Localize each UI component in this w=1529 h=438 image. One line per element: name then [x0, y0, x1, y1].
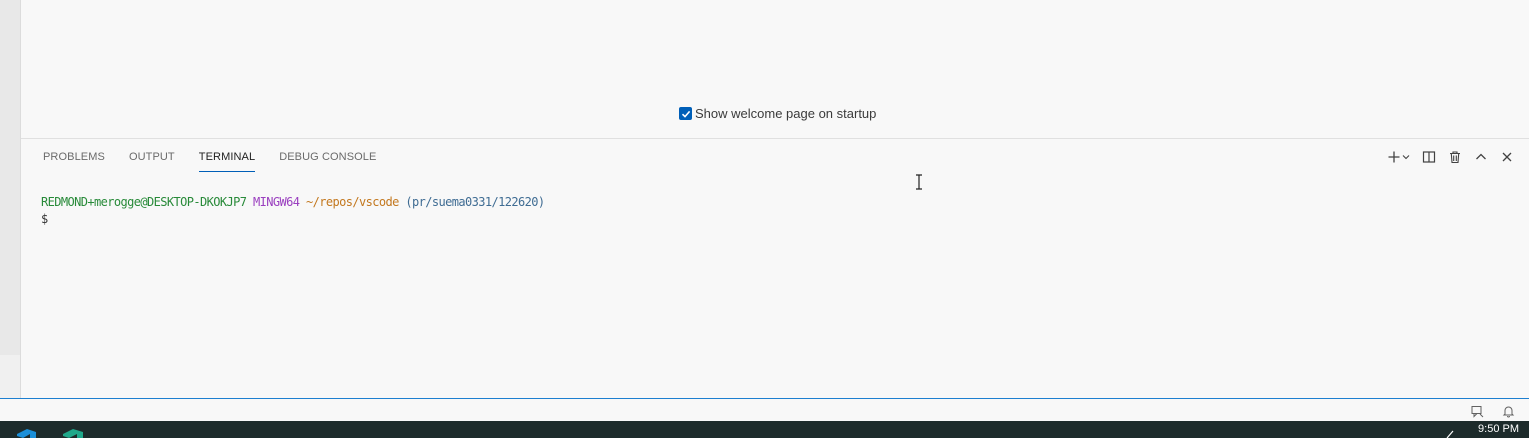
status-bar [0, 398, 1529, 421]
close-panel-button[interactable] [1499, 148, 1515, 166]
check-icon [681, 110, 690, 118]
activity-bar [0, 0, 21, 355]
kill-terminal-button[interactable] [1447, 148, 1463, 166]
feedback-button[interactable] [1471, 403, 1484, 422]
startup-checkbox[interactable] [679, 107, 692, 120]
trash-icon [1450, 151, 1460, 164]
terminal-prompt-line: REDMOND+merogge@DESKTOP-DKOKJP7 MINGW64 … [41, 194, 545, 211]
activity-bar-lower [0, 355, 21, 399]
notifications-button[interactable] [1502, 403, 1515, 422]
split-icon [1422, 151, 1436, 163]
feedback-icon [1471, 406, 1484, 418]
maximize-panel-button[interactable] [1473, 148, 1489, 166]
terminal-output[interactable]: REDMOND+merogge@DESKTOP-DKOKJP7 MINGW64 … [41, 194, 545, 228]
split-terminal-button[interactable] [1421, 148, 1437, 166]
chevron-up-icon [1476, 153, 1486, 160]
tab-output[interactable]: OUTPUT [129, 139, 175, 175]
terminal-path: ~/repos/vscode [306, 195, 399, 209]
terminal-input-line[interactable]: $ [41, 211, 545, 228]
bottom-panel: PROBLEMS OUTPUT TERMINAL DEBUG CONSOLE R… [21, 138, 1529, 399]
add-terminal-icon [1388, 151, 1399, 163]
text-cursor-icon [916, 174, 922, 190]
welcome-editor: Show welcome page on startup [21, 0, 1529, 138]
pen-icon[interactable] [1445, 429, 1455, 438]
welcome-startup-option[interactable]: Show welcome page on startup [679, 106, 876, 121]
tab-debug-console[interactable]: DEBUG CONSOLE [279, 139, 376, 175]
close-icon [1502, 152, 1512, 162]
startup-checkbox-label: Show welcome page on startup [695, 106, 877, 121]
panel-actions [1385, 148, 1515, 166]
terminal-system: MINGW64 [253, 195, 300, 209]
chevron-down-icon[interactable] [1402, 153, 1410, 161]
taskbar-clock[interactable]: 9:50 PM [1478, 423, 1519, 435]
vscode-window: Show welcome page on startup PROBLEMS OU… [0, 0, 1529, 438]
vscode-insiders-icon[interactable] [60, 428, 86, 438]
status-bar-icons [1471, 403, 1515, 422]
panel-tabs: PROBLEMS OUTPUT TERMINAL DEBUG CONSOLE [43, 139, 376, 175]
terminal-user-host: REDMOND+merogge@DESKTOP-DKOKJP7 [41, 195, 247, 209]
new-terminal-button[interactable] [1385, 148, 1411, 166]
os-taskbar: 9:50 PM [0, 421, 1529, 438]
terminal-prompt-symbol: $ [41, 212, 48, 226]
bell-icon [1502, 406, 1515, 418]
tab-problems[interactable]: PROBLEMS [43, 139, 105, 175]
vscode-icon[interactable] [14, 428, 38, 438]
tab-terminal[interactable]: TERMINAL [198, 139, 256, 175]
terminal-branch: (pr/suema0331/122620) [405, 195, 545, 209]
